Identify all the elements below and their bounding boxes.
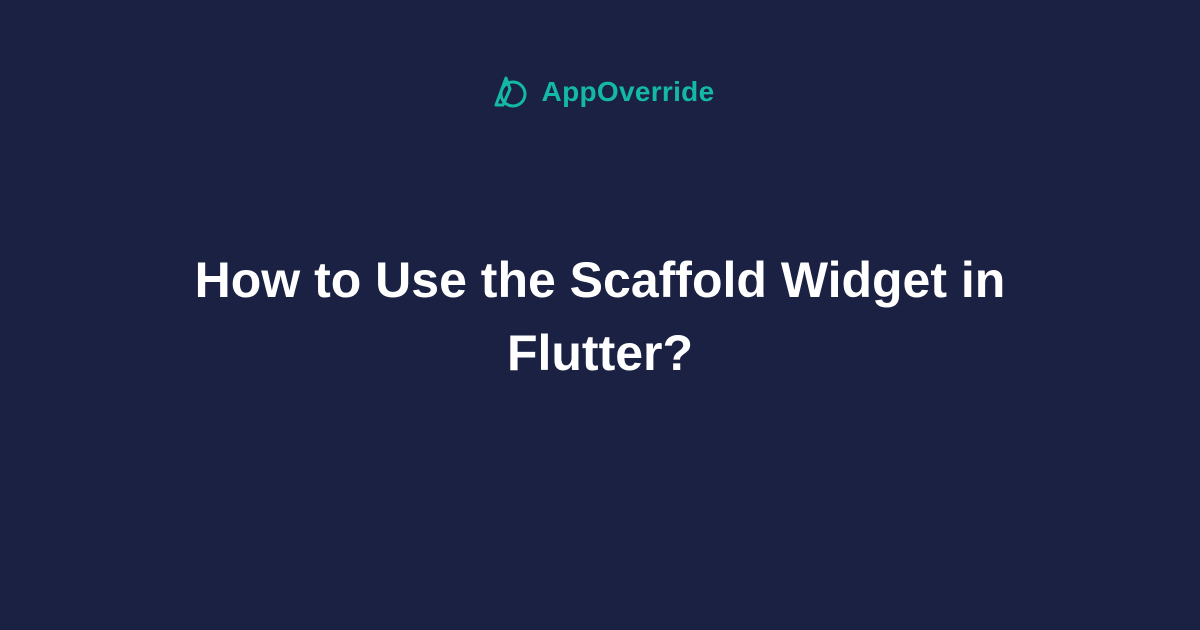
page-container: AppOverride How to Use the Scaffold Widg… xyxy=(0,0,1200,630)
logo-section: AppOverride xyxy=(486,70,715,114)
brand-name: AppOverride xyxy=(542,76,715,108)
page-title: How to Use the Scaffold Widget in Flutte… xyxy=(150,244,1050,389)
brand-logo-icon xyxy=(486,70,530,114)
